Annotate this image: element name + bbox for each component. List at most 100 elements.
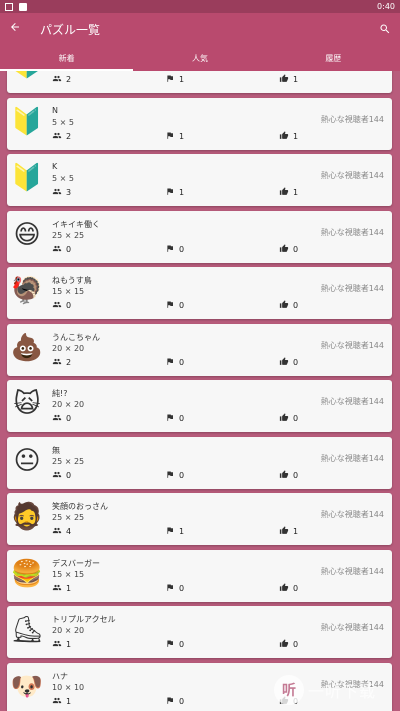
likes-count: 0 bbox=[293, 357, 299, 367]
likes-stat: 0 bbox=[279, 695, 299, 707]
flags-count: 0 bbox=[179, 414, 185, 423]
likes-count: 0 bbox=[293, 470, 299, 480]
puzzle-name: 無 bbox=[52, 445, 60, 455]
puzzle-name: うんこちゃん bbox=[52, 332, 100, 342]
likes-stat: 1 bbox=[279, 74, 298, 85]
puzzle-thumbnail: 🐶 bbox=[10, 671, 44, 702]
puzzle-name: 笑顔のおっさん bbox=[52, 502, 108, 511]
puzzle-size: 5 × 5 bbox=[52, 117, 74, 127]
likes-stat: 0 bbox=[279, 469, 299, 481]
puzzle-size: 25 × 25 bbox=[52, 230, 85, 240]
flags-stat: 1 bbox=[165, 131, 184, 142]
status-time: 0:40 bbox=[377, 2, 395, 11]
flags-count: 0 bbox=[179, 301, 185, 310]
thumbs-up-icon bbox=[279, 582, 289, 594]
flags-stat: 0 bbox=[165, 639, 184, 650]
flags-stat: 1 bbox=[165, 526, 184, 537]
arrow-back-icon bbox=[11, 23, 19, 31]
tab-new[interactable]: 新着 bbox=[0, 45, 134, 71]
thumbs-up-icon bbox=[279, 356, 289, 368]
flags-stat: 0 bbox=[165, 357, 184, 368]
puzzle-list[interactable]: 🔰 2 1 1 🔰 N 5 × 5 熱心な視聴者144 2 1 1 🔰 K 5 × 5 熱心な視聴者144 3… bbox=[0, 71, 400, 711]
puzzle-author: 熱心な視聴者144 bbox=[320, 679, 384, 689]
flag-icon bbox=[165, 74, 175, 85]
players-count: 3 bbox=[66, 188, 72, 197]
flags-count: 0 bbox=[179, 470, 185, 480]
flag-icon bbox=[165, 131, 175, 142]
puzzle-card[interactable]: 🙀 純!? 20 × 20 熱心な視聴者144 0 0 0 bbox=[7, 380, 392, 432]
puzzle-thumbnail: 🧔 bbox=[10, 502, 44, 532]
players-stat: 0 bbox=[52, 300, 71, 311]
flags-count: 0 bbox=[179, 357, 185, 367]
flags-count: 0 bbox=[179, 640, 185, 649]
puzzle-card[interactable]: 💩 うんこちゃん 20 × 20 熱心な視聴者144 2 0 0 bbox=[7, 323, 392, 376]
flag-icon bbox=[165, 696, 175, 707]
puzzle-author: 熱心な視聴者144 bbox=[320, 171, 384, 180]
players-stat: 0 bbox=[52, 470, 71, 481]
thumbs-up-icon bbox=[279, 639, 289, 650]
thumbs-up-icon bbox=[279, 187, 289, 198]
flag-icon bbox=[165, 526, 175, 537]
likes-count: 0 bbox=[293, 696, 299, 706]
tab-bar: 新着 人気 履歴 bbox=[0, 45, 400, 71]
status-bar: 0:40 bbox=[0, 0, 400, 13]
flag-icon bbox=[165, 357, 175, 368]
puzzle-name: ねもうす鳥 bbox=[52, 276, 92, 285]
players-count: 0 bbox=[66, 301, 72, 310]
puzzle-thumbnail: 😐 bbox=[13, 445, 41, 476]
thumbs-up-icon bbox=[279, 526, 289, 537]
flags-stat: 0 bbox=[165, 583, 184, 594]
back-button[interactable] bbox=[0, 21, 30, 37]
thumbs-up-icon bbox=[279, 130, 289, 142]
puzzle-card[interactable]: 🍔 デスバーガー 15 × 15 熱心な視聴者144 1 0 0 bbox=[7, 549, 392, 602]
puzzle-card[interactable]: 😄 イキイキ働く 25 × 25 熱心な視聴者144 0 0 0 bbox=[7, 210, 392, 263]
people-icon bbox=[52, 696, 62, 707]
search-button[interactable] bbox=[370, 20, 400, 39]
puzzle-card[interactable]: 🦃 ねもうす鳥 15 × 15 熱心な視聴者144 0 0 0 bbox=[7, 267, 392, 319]
flags-stat: 0 bbox=[165, 244, 184, 255]
flags-stat: 1 bbox=[165, 187, 184, 198]
puzzle-card[interactable]: ⛸ トリプルアクセル 20 × 20 熱心な視聴者144 1 0 0 bbox=[7, 606, 392, 658]
likes-count: 0 bbox=[293, 414, 299, 423]
likes-count: 0 bbox=[293, 301, 299, 310]
flag-icon bbox=[165, 583, 175, 594]
search-icon bbox=[380, 24, 390, 33]
puzzle-card[interactable]: 🔰 2 1 1 bbox=[7, 71, 392, 93]
puzzle-name: ハナ bbox=[52, 671, 68, 681]
flags-count: 0 bbox=[179, 696, 185, 706]
puzzle-card[interactable]: 😐 無 25 × 25 熱心な視聴者144 0 0 0 bbox=[7, 436, 392, 489]
puzzle-size: 25 × 25 bbox=[52, 456, 85, 466]
flags-count: 0 bbox=[179, 244, 185, 254]
puzzle-card[interactable]: 🔰 K 5 × 5 熱心な視聴者144 3 1 1 bbox=[7, 154, 392, 206]
people-icon bbox=[52, 583, 62, 594]
players-stat: 1 bbox=[52, 696, 71, 707]
puzzle-card[interactable]: 🐶 ハナ 10 × 10 熱心な視聴者144 1 0 0 bbox=[7, 662, 392, 711]
flag-icon bbox=[165, 639, 175, 650]
players-count: 0 bbox=[66, 414, 72, 423]
players-stat: 2 bbox=[52, 74, 71, 85]
players-count: 2 bbox=[66, 357, 72, 367]
tab-history[interactable]: 履歴 bbox=[267, 45, 400, 71]
puzzle-thumbnail: 🍔 bbox=[10, 558, 44, 589]
likes-stat: 1 bbox=[279, 130, 299, 142]
people-icon bbox=[52, 131, 62, 142]
players-stat: 4 bbox=[52, 526, 71, 537]
puzzle-card[interactable]: 🧔 笑顔のおっさん 25 × 25 熱心な視聴者144 4 1 1 bbox=[7, 493, 392, 545]
puzzle-size: 25 × 25 bbox=[52, 513, 85, 522]
puzzle-thumbnail: 😄 bbox=[13, 219, 41, 250]
puzzle-card[interactable]: 🔰 N 5 × 5 熱心な視聴者144 2 1 1 bbox=[7, 97, 392, 150]
tab-popular[interactable]: 人気 bbox=[133, 45, 266, 71]
likes-count: 1 bbox=[293, 131, 299, 141]
people-icon bbox=[52, 300, 62, 311]
likes-stat: 0 bbox=[279, 582, 299, 594]
image-notification-icon bbox=[19, 2, 27, 11]
likes-count: 1 bbox=[293, 527, 299, 536]
players-count: 0 bbox=[66, 244, 72, 254]
likes-count: 0 bbox=[293, 583, 299, 593]
flags-stat: 1 bbox=[165, 74, 184, 85]
thumbs-up-icon bbox=[279, 243, 289, 255]
flag-icon bbox=[165, 244, 175, 255]
likes-stat: 0 bbox=[279, 639, 298, 650]
players-count: 1 bbox=[66, 640, 72, 649]
flags-stat: 0 bbox=[165, 413, 184, 424]
